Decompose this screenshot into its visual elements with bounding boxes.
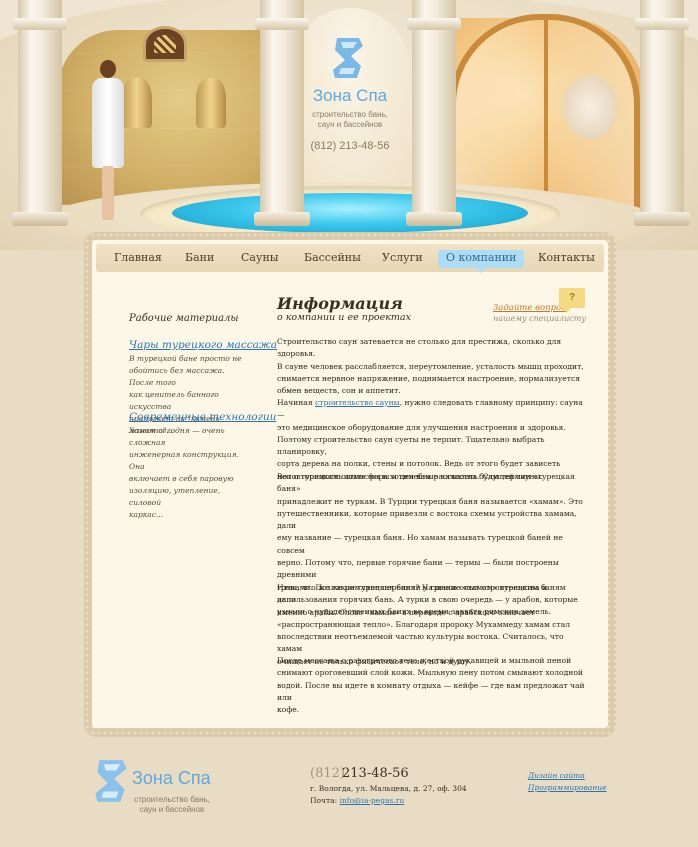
programming-credit-link[interactable]: Программирование	[528, 783, 607, 792]
nav-item-services[interactable]: Услуги	[382, 250, 423, 268]
design-credit-link[interactable]: Дизайн сайта	[528, 771, 585, 780]
footer-logo-icon[interactable]	[93, 758, 129, 804]
footer-mail-link[interactable]: info@ia-pegas.ru	[340, 796, 405, 805]
footer-phone-code: (812)	[310, 766, 345, 781]
column	[12, 0, 68, 226]
nav-item-about[interactable]: О компании	[438, 250, 525, 273]
content-paragraph: Строительство саун затевается не столько…	[277, 337, 584, 396]
column	[254, 0, 310, 226]
nav-item-saunas[interactable]: Сауны	[241, 250, 279, 268]
footer-brand-tagline: строительство бань, саун и бассейнов	[134, 795, 210, 814]
footer-address: г. Вологда, ул. Мальцева, д. 27, оф. 304	[310, 784, 467, 793]
basin-icon	[196, 78, 226, 128]
sauna-figure	[560, 72, 620, 142]
nav-item-home[interactable]: Главная	[114, 250, 162, 268]
content-paragraph: После массажа с разогретого тела жесткой…	[277, 656, 585, 715]
footer-mail: Почта: info@ia-pegas.ru	[310, 796, 405, 805]
page-subtitle: о компании и ее проектах	[277, 312, 411, 323]
footer-phone-number: 213-48-56	[342, 766, 409, 781]
sidebar-article-link[interactable]: Чары турецкого массажа	[129, 339, 277, 351]
nav-item-pools[interactable]: Бассейны	[304, 250, 361, 268]
brand-name[interactable]: Зона Спа	[300, 86, 400, 106]
pool	[172, 193, 528, 233]
column	[634, 0, 690, 226]
brand-tagline: строительство бань, саун и бассейнов	[312, 110, 388, 129]
nav-item-contacts[interactable]: Контакты	[538, 250, 595, 268]
lamp-icon	[143, 26, 187, 62]
sidebar-article-link[interactable]: Современные технологии	[129, 411, 276, 423]
page-title: Информация	[277, 294, 403, 313]
basin-icon	[122, 78, 152, 128]
sauna-construction-link[interactable]: строительство сауны	[315, 398, 400, 407]
question-mark-icon[interactable]: ?	[559, 288, 585, 313]
logo-icon[interactable]	[331, 36, 365, 80]
sidebar-title: Рабочие материалы	[129, 313, 239, 324]
column	[406, 0, 462, 226]
ask-question-link[interactable]: Задайте вопрос	[493, 303, 566, 313]
header-illustration: Зона Спа строительство бань, саун и басс…	[0, 0, 698, 250]
woman-figure	[92, 60, 124, 220]
sidebar-article-excerpt: Хамам сегодня — очень сложная инженерная…	[129, 426, 239, 519]
ask-question-sub: нашему специалисту	[493, 314, 586, 323]
footer-brand-name[interactable]: Зона Спа	[132, 768, 211, 789]
header-phone: (812) 213-48-56	[310, 140, 390, 152]
nav-item-bani[interactable]: Бани	[185, 250, 214, 268]
